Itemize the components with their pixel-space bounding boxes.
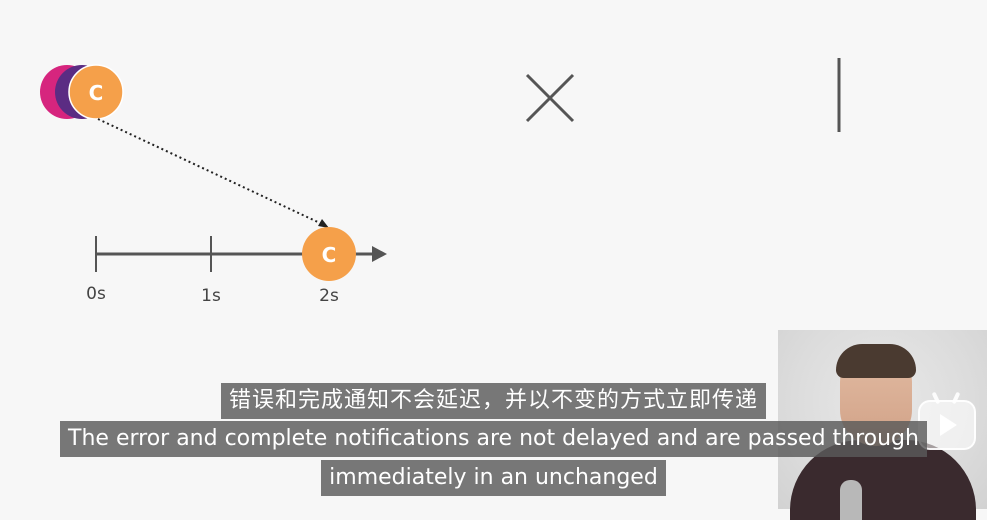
timeline-label-0s: 0s — [86, 284, 106, 304]
video-frame: C 0s 1s 2s C 错误和完成通知不会延迟，并以不变的方式立即传递 The… — [0, 0, 987, 520]
dotted-connector — [97, 118, 323, 225]
speaker-body — [790, 440, 976, 520]
microphone-icon — [840, 480, 862, 520]
play-tv-icon — [918, 391, 976, 450]
timeline-label-2s: 2s — [319, 286, 339, 306]
timeline-label-1s: 1s — [201, 286, 221, 306]
timeline-arrow-icon — [372, 246, 387, 262]
source-marble-label: C — [89, 81, 104, 105]
x-cross-icon — [525, 73, 575, 123]
speaker-hair — [836, 344, 916, 378]
output-marble-label: C — [322, 243, 337, 267]
connector-arrowhead — [318, 219, 329, 228]
